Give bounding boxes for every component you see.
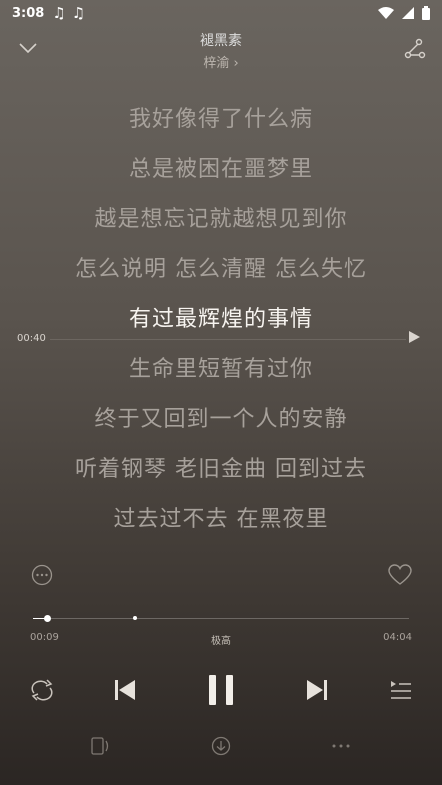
next-icon	[307, 680, 327, 700]
seek-line	[50, 339, 406, 340]
share-icon	[404, 38, 426, 59]
status-time: 3:08	[12, 5, 45, 21]
more-icon	[332, 744, 350, 748]
previous-button[interactable]	[112, 676, 138, 704]
seek-time-label: 00:40	[17, 333, 46, 344]
playlist-button[interactable]	[388, 678, 414, 702]
heart-icon	[388, 564, 412, 585]
lyric-line[interactable]: 总是被困在噩梦里	[0, 145, 442, 195]
quality-label[interactable]: 极高	[0, 632, 442, 647]
wifi-icon	[378, 7, 394, 19]
lyric-line[interactable]: 生命里短暂有过你	[0, 345, 442, 395]
lyric-line[interactable]: 我好像得了什么病	[0, 95, 442, 145]
song-title: 褪黑素	[200, 33, 242, 49]
lyric-line[interactable]: 过去过不去 在黑夜里	[0, 495, 442, 545]
buffer-marker	[132, 616, 137, 620]
repeat-button[interactable]	[29, 677, 55, 703]
device-button[interactable]	[89, 735, 113, 757]
device-icon	[91, 737, 109, 755]
next-button[interactable]	[304, 676, 330, 704]
lyric-line-current[interactable]: 有过最辉煌的事情	[0, 295, 442, 345]
lyric-line[interactable]: 越是想忘记就越想见到你	[0, 195, 442, 245]
artist-link[interactable]: 梓渝 ›	[0, 52, 442, 71]
lyrics-list[interactable]: 我好像得了什么病 总是被困在噩梦里 越是想忘记就越想见到你 怎么说明 怎么清醒 …	[0, 95, 442, 545]
progress-track	[33, 618, 409, 619]
signal-icon	[402, 7, 414, 19]
lyric-line[interactable]: 听着钢琴 老旧金曲 回到过去	[0, 445, 442, 495]
duration: 04:04	[383, 632, 412, 643]
download-icon	[211, 736, 231, 756]
play-icon	[408, 331, 420, 343]
pause-icon	[209, 675, 233, 705]
battery-icon	[422, 6, 430, 20]
download-button[interactable]	[209, 735, 233, 757]
pause-button[interactable]	[205, 673, 237, 707]
more-options-button[interactable]	[30, 563, 54, 587]
status-bar: 3:08 ♫ ♫	[0, 0, 442, 26]
lyric-line[interactable]: 终于又回到一个人的安静	[0, 395, 442, 445]
like-button[interactable]	[387, 563, 413, 587]
progress-thumb[interactable]	[43, 615, 51, 622]
playlist-icon	[391, 681, 411, 699]
share-button[interactable]	[402, 36, 428, 62]
more-circle-icon	[31, 564, 53, 586]
music-note-icon: ♫	[52, 4, 66, 22]
previous-icon	[115, 680, 135, 700]
repeat-icon	[31, 679, 53, 701]
progress-bar[interactable]	[33, 615, 409, 622]
more-button[interactable]	[329, 735, 353, 757]
music-note-icon: ♫	[71, 4, 86, 22]
lyric-line[interactable]: 怎么说明 怎么清醒 怎么失忆	[0, 245, 442, 295]
play-from-line-button[interactable]	[407, 330, 421, 344]
